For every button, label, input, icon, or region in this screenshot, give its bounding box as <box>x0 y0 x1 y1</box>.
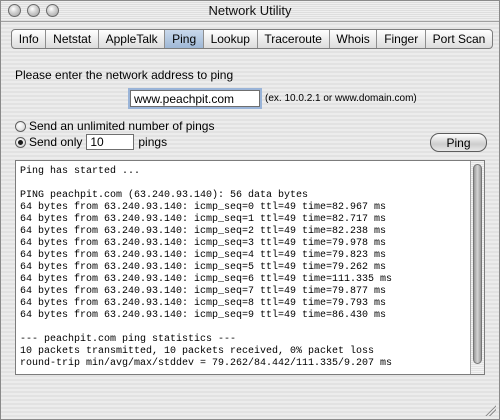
output-line: 64 bytes from 63.240.93.140: icmp_seq=1 … <box>20 214 387 225</box>
unlimited-pings-option[interactable]: Send an unlimited number of pings <box>15 119 214 133</box>
scroll-thumb[interactable] <box>473 164 482 364</box>
tab-info[interactable]: Info <box>12 30 47 48</box>
output-line: 64 bytes from 63.240.93.140: icmp_seq=6 … <box>20 274 393 285</box>
unlimited-pings-radio[interactable] <box>15 120 26 132</box>
unlimited-pings-label: Send an unlimited number of pings <box>29 119 215 133</box>
tab-lookup[interactable]: Lookup <box>204 30 258 48</box>
title-bar[interactable]: Network Utility <box>1 1 499 22</box>
resize-grip-icon[interactable] <box>484 404 496 416</box>
tab-appletalk[interactable]: AppleTalk <box>99 30 166 48</box>
ping-count-suffix: pings <box>138 135 168 149</box>
output-line: --- peachpit.com ping statistics --- <box>20 334 237 345</box>
output-line: Ping has started ... <box>20 166 141 177</box>
tab-finger[interactable]: Finger <box>377 30 426 48</box>
ping-output-panel[interactable]: Ping has started ... PING peachpit.com (… <box>15 160 485 375</box>
tab-bar: Info Netstat AppleTalk Ping Lookup Traceroute… <box>11 29 493 49</box>
send-only-label: Send only <box>29 135 83 149</box>
tab-ping[interactable]: Ping <box>165 30 204 48</box>
network-utility-window: Network Utility Info Netstat AppleTalk Ping… <box>0 0 500 420</box>
tab-netstat[interactable]: Netstat <box>46 30 99 48</box>
output-line: PING peachpit.com (63.240.93.140): 56 da… <box>20 190 309 201</box>
output-line: 64 bytes from 63.240.93.140: icmp_seq=0 … <box>20 202 387 213</box>
output-scrollbar[interactable] <box>470 161 484 374</box>
send-only-radio[interactable] <box>15 136 26 148</box>
output-line: 64 bytes from 63.240.93.140: icmp_seq=3 … <box>20 238 387 249</box>
output-line: 64 bytes from 63.240.93.140: icmp_seq=8 … <box>20 298 387 309</box>
output-line: 64 bytes from 63.240.93.140: icmp_seq=7 … <box>20 286 387 297</box>
output-line: 64 bytes from 63.240.93.140: icmp_seq=9 … <box>20 310 387 321</box>
address-prompt-label: Please enter the network address to ping <box>15 68 234 82</box>
tab-traceroute[interactable]: Traceroute <box>258 30 330 48</box>
output-line: 10 packets transmitted, 10 packets recei… <box>20 346 375 357</box>
address-input[interactable] <box>128 88 262 109</box>
ping-button[interactable]: Ping <box>430 133 487 152</box>
output-line: 64 bytes from 63.240.93.140: icmp_seq=4 … <box>20 250 387 261</box>
output-line: 64 bytes from 63.240.93.140: icmp_seq=2 … <box>20 226 387 237</box>
window-title: Network Utility <box>208 3 292 18</box>
ping-count-input[interactable] <box>86 134 135 150</box>
address-hint: (ex. 10.0.2.1 or www.domain.com) <box>265 93 417 104</box>
output-line: 64 bytes from 63.240.93.140: icmp_seq=5 … <box>20 262 387 273</box>
output-line: round-trip min/avg/max/stddev = 79.262/8… <box>20 358 393 369</box>
ping-output-text: Ping has started ... PING peachpit.com (… <box>20 166 468 374</box>
send-only-option[interactable]: Send only pings <box>15 134 167 150</box>
tab-whois[interactable]: Whois <box>330 30 378 48</box>
tab-port-scan[interactable]: Port Scan <box>426 30 492 48</box>
